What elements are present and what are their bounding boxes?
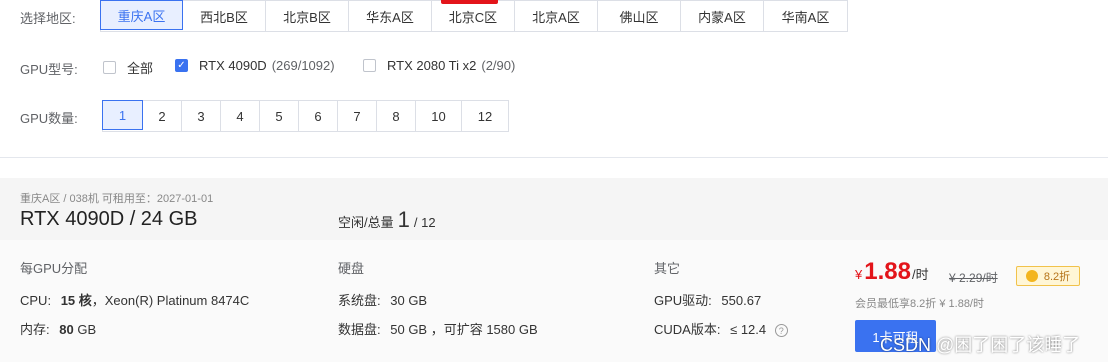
region-selector: 重庆A区 西北B区 北京B区 华东A区 北京C区 北京A区 佛山区 内蒙A区 华… xyxy=(100,0,848,32)
checkbox-icon xyxy=(363,59,376,72)
system-disk-spec: 系统盘: 30 GB xyxy=(338,293,428,308)
region-option[interactable]: 华东A区 xyxy=(349,1,432,31)
other-title: 其它 xyxy=(654,261,681,276)
new-badge xyxy=(441,0,498,4)
member-price-note: 会员最低享8.2折 ¥ 1.88/时 xyxy=(855,298,984,310)
gpu-count-selector: 1 2 3 4 5 6 7 8 10 12 xyxy=(102,100,509,132)
memory-spec: 内存: 80 GB xyxy=(20,322,97,337)
idle-label: 空闲/总量 xyxy=(338,215,394,230)
coin-icon xyxy=(1025,270,1038,282)
region-label: 选择地区: xyxy=(20,11,76,26)
checkbox-icon xyxy=(103,61,116,74)
region-option[interactable]: 北京A区 xyxy=(515,1,598,31)
idle-count: 1 xyxy=(397,207,410,232)
region-option[interactable]: 华南A区 xyxy=(764,1,847,31)
gpu-driver-spec: GPU驱动: 550.67 xyxy=(654,293,762,308)
gpu-type-count: (2/90) xyxy=(481,58,516,73)
gpu-type-name: RTX 2080 Ti x2 xyxy=(387,58,477,73)
gpu-count-option[interactable]: 2 xyxy=(143,101,182,131)
watermark: CSDN @困了困了该睡了 xyxy=(880,335,1081,355)
region-option[interactable]: 北京B区 xyxy=(266,1,349,31)
cpu-spec: CPU: 15 核，Xeon(R) Platinum 8474C xyxy=(20,293,250,308)
total-count: / 12 xyxy=(413,215,436,230)
gpu-type-name: RTX 4090D xyxy=(199,58,267,73)
gpu-type-label: GPU型号: xyxy=(20,62,78,77)
checkbox-checked-icon: ✓ xyxy=(175,59,188,72)
per-gpu-title: 每GPU分配 xyxy=(20,261,88,276)
gpu-type-name: 全部 xyxy=(127,61,154,76)
gpu-type-checkbox-4090d[interactable]: ✓ RTX 4090D (269/1092) xyxy=(175,58,335,73)
gpu-count-option[interactable]: 5 xyxy=(260,101,299,131)
gpu-count-option[interactable]: 1 xyxy=(102,100,143,130)
region-option[interactable]: 内蒙A区 xyxy=(681,1,764,31)
gpu-count-option[interactable]: 10 xyxy=(416,101,462,131)
cuda-version-spec: CUDA版本: ≤ 12.4 ? xyxy=(654,319,788,338)
original-price: ¥ 2.29/时 xyxy=(949,271,998,285)
gpu-type-checkbox-all[interactable]: 全部 xyxy=(103,58,153,77)
help-icon[interactable]: ? xyxy=(774,324,788,338)
price: ¥ 1.88 /时 xyxy=(855,258,929,285)
gpu-count-label: GPU数量: xyxy=(20,111,78,126)
data-disk-spec: 数据盘: 50 GB ，可扩容 1580 GB xyxy=(338,322,538,337)
gpu-count-option[interactable]: 3 xyxy=(182,101,221,131)
region-option[interactable]: 西北B区 xyxy=(183,1,266,31)
gpu-count-option[interactable]: 6 xyxy=(299,101,338,131)
region-option[interactable]: 佛山区 xyxy=(598,1,681,31)
idle-total: 空闲/总量 1 / 12 xyxy=(338,207,436,233)
gpu-type-checkbox-2080ti[interactable]: RTX 2080 Ti x2 (2/90) xyxy=(363,58,515,73)
gpu-count-option[interactable]: 12 xyxy=(462,101,508,131)
section-divider xyxy=(0,157,1108,158)
gpu-count-option[interactable]: 7 xyxy=(338,101,377,131)
region-option[interactable]: 重庆A区 xyxy=(100,0,183,30)
gpu-count-option[interactable]: 8 xyxy=(377,101,416,131)
machine-meta: 重庆A区 / 038机 可租用至：2027-01-01 xyxy=(20,193,214,205)
region-option[interactable]: 北京C区 xyxy=(432,1,515,31)
gpu-count-option[interactable]: 4 xyxy=(221,101,260,131)
disk-title: 硬盘 xyxy=(338,261,365,276)
gpu-type-count: (269/1092) xyxy=(271,58,335,73)
discount-badge: 8.2折 xyxy=(1016,266,1080,286)
machine-gpu-name: RTX 4090D / 24 GB xyxy=(20,208,198,230)
